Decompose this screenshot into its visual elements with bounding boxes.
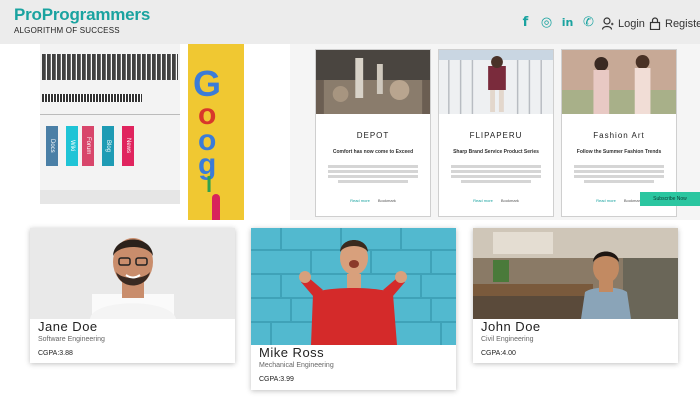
promo-banner: Docs Wiki Forum Blog News xyxy=(40,44,180,204)
feature-card-subtitle: Comfort has now come to Exceed xyxy=(332,149,414,155)
student-major: Civil Engineering xyxy=(481,336,534,343)
student-major: Mechanical Engineering xyxy=(259,362,334,369)
student-gpa: CGPA:3.99 xyxy=(259,376,294,383)
linkedin-icon[interactable]: in xyxy=(561,14,574,30)
subscribe-button[interactable]: Subscribe Now xyxy=(640,192,700,206)
google-letter: l xyxy=(206,172,212,194)
feature-card-image xyxy=(439,50,553,114)
student-name: John Doe xyxy=(481,319,541,334)
feature-card[interactable]: DEPOT Comfort has now come to Exceed Rea… xyxy=(315,49,431,217)
student-photo xyxy=(473,228,678,319)
student-gpa: CGPA:4.00 xyxy=(481,350,516,357)
student-photo xyxy=(30,228,235,319)
student-card[interactable]: Mike Ross Mechanical Engineering CGPA:3.… xyxy=(251,228,456,390)
promo-headline xyxy=(42,54,178,80)
bookmark-link[interactable]: Bookmark xyxy=(501,198,519,203)
feature-card-body xyxy=(574,163,664,187)
facebook-icon[interactable]: f xyxy=(519,14,532,30)
feature-card-body xyxy=(328,163,418,187)
whatsapp-icon[interactable]: ✆ xyxy=(582,14,595,30)
feature-card-body xyxy=(451,163,541,187)
register-link[interactable]: Register xyxy=(649,17,700,30)
feature-card-image xyxy=(562,50,676,114)
lock-icon xyxy=(649,17,661,30)
feature-card-image xyxy=(316,50,430,114)
feature-card-subtitle: Sharp Brand Service Product Series xyxy=(453,149,539,155)
feature-card-title: Fashion Art xyxy=(593,131,645,140)
register-label: Register xyxy=(665,17,700,30)
bookmark-link[interactable]: Bookmark xyxy=(378,198,396,203)
student-card[interactable]: John Doe Civil Engineering CGPA:4.00 xyxy=(473,228,678,363)
feature-card-subtitle: Follow the Summer Fashion Trends xyxy=(576,149,662,155)
top-navbar: ProProgrammers ALGORITHM OF SUCCESS f ◎ … xyxy=(0,0,700,44)
page: ProProgrammers ALGORITHM OF SUCCESS f ◎ … xyxy=(0,0,700,400)
brand-tagline: ALGORITHM OF SUCCESS xyxy=(14,26,120,35)
student-name: Mike Ross xyxy=(259,345,325,360)
promo-subline xyxy=(42,94,142,102)
student-major: Software Engineering xyxy=(38,336,105,343)
read-more-link[interactable]: Read more xyxy=(473,198,493,203)
user-icon xyxy=(602,17,614,30)
promo-chip-wiki[interactable]: Wiki xyxy=(66,126,78,166)
social-links: f ◎ in ✆ xyxy=(519,14,595,30)
promo-chip-docs[interactable]: Docs xyxy=(46,126,58,166)
student-photo xyxy=(251,228,456,345)
instagram-icon[interactable]: ◎ xyxy=(540,14,553,30)
brand-name: ProProgrammers xyxy=(14,5,151,24)
promo-footer xyxy=(40,190,180,204)
student-name: Jane Doe xyxy=(38,319,98,334)
promo-chip-forum[interactable]: Forum xyxy=(82,126,94,166)
brand-logo[interactable]: ProProgrammers ALGORITHM OF SUCCESS xyxy=(14,5,150,35)
google-logo: G o o g l xyxy=(193,63,221,197)
read-more-link[interactable]: Read more xyxy=(350,198,370,203)
promo-divider xyxy=(40,114,180,115)
student-card[interactable]: Jane Doe Software Engineering CGPA:3.88 xyxy=(30,228,235,363)
feature-card-title: FLIPAPERU xyxy=(469,131,523,140)
login-label: Login xyxy=(618,17,645,30)
promo-chip-news[interactable]: News xyxy=(122,126,134,166)
student-gpa: CGPA:3.88 xyxy=(38,350,73,357)
promo-chip-blog[interactable]: Blog xyxy=(102,126,114,166)
google-banner: G o o g l xyxy=(188,44,244,220)
login-link[interactable]: Login xyxy=(602,17,645,30)
feature-card[interactable]: FLIPAPERU Sharp Brand Service Product Se… xyxy=(438,49,554,217)
google-pin xyxy=(212,194,220,220)
feature-card-title: DEPOT xyxy=(356,131,390,140)
read-more-link[interactable]: Read more xyxy=(596,198,616,203)
